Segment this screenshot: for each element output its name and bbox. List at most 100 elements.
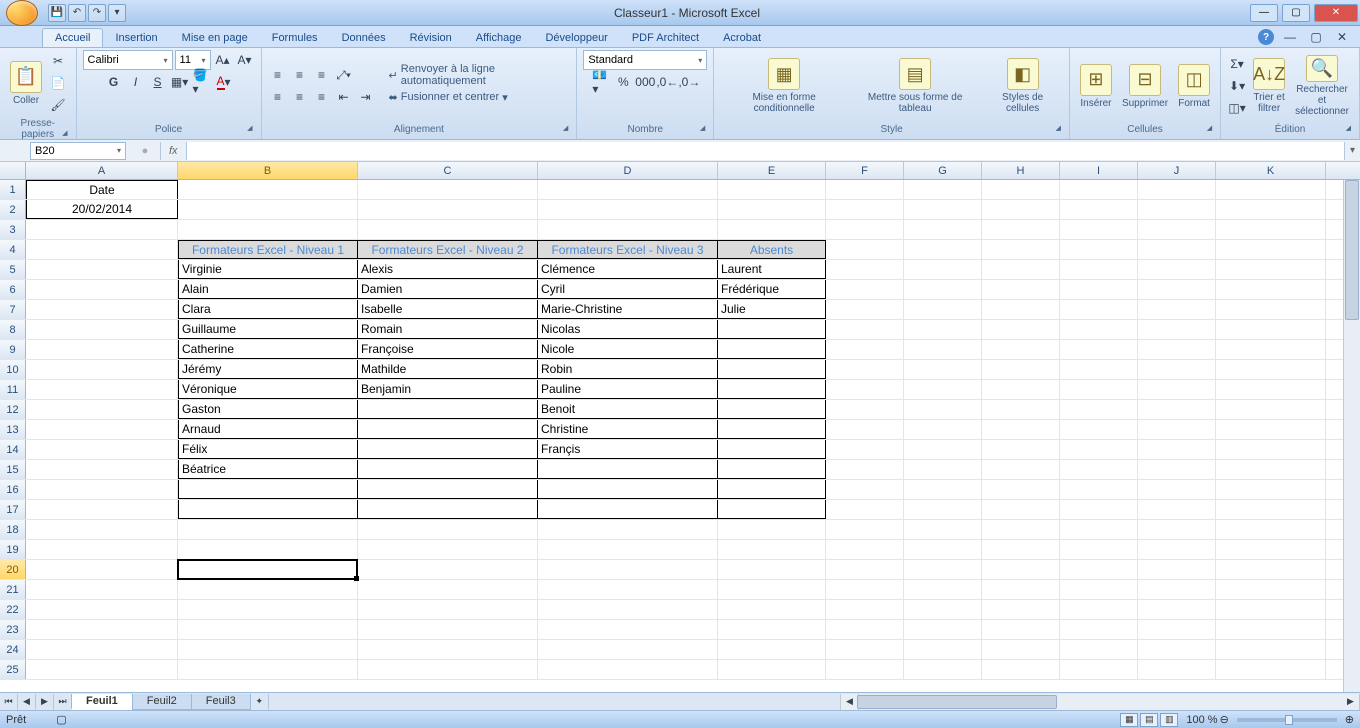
cell-E15[interactable] (718, 460, 826, 479)
cell-F23[interactable] (826, 620, 904, 639)
cell-H5[interactable] (982, 260, 1060, 279)
percent-icon[interactable]: % (613, 72, 633, 92)
cell-K12[interactable] (1216, 400, 1326, 419)
tab-accueil[interactable]: Accueil (42, 28, 103, 47)
cell-E8[interactable] (718, 320, 826, 339)
cell-J10[interactable] (1138, 360, 1216, 379)
tab-acrobat[interactable]: Acrobat (711, 29, 773, 47)
cell-K7[interactable] (1216, 300, 1326, 319)
cell-G24[interactable] (904, 640, 982, 659)
cell-E2[interactable] (718, 200, 826, 219)
mdi-restore-icon[interactable]: ▢ (1306, 27, 1326, 47)
format-painter-icon[interactable]: 🖌 (48, 95, 68, 115)
cell-J18[interactable] (1138, 520, 1216, 539)
conditional-formatting-button[interactable]: ▦Mise en forme conditionnelle (720, 53, 848, 119)
cell-J19[interactable] (1138, 540, 1216, 559)
row-header-9[interactable]: 9 (0, 340, 26, 359)
formula-input[interactable] (187, 142, 1344, 160)
cell-D1[interactable] (538, 180, 718, 199)
cell-E11[interactable] (718, 380, 826, 399)
cell-E13[interactable] (718, 420, 826, 439)
align-middle-icon[interactable]: ≡ (290, 65, 310, 85)
cell-C2[interactable] (358, 200, 538, 219)
cell-I11[interactable] (1060, 380, 1138, 399)
cell-G16[interactable] (904, 480, 982, 499)
qat-undo-icon[interactable]: ↶ (68, 4, 86, 22)
cell-J12[interactable] (1138, 400, 1216, 419)
qat-save-icon[interactable]: 💾 (48, 4, 66, 22)
grow-font-icon[interactable]: A▴ (213, 50, 233, 70)
cell-F16[interactable] (826, 480, 904, 499)
cell-K24[interactable] (1216, 640, 1326, 659)
new-sheet-icon[interactable]: ✦ (251, 694, 269, 710)
fill-color-icon[interactable]: 🪣▾ (192, 72, 212, 92)
cell-I15[interactable] (1060, 460, 1138, 479)
cell-J13[interactable] (1138, 420, 1216, 439)
cell-E24[interactable] (718, 640, 826, 659)
cell-C23[interactable] (358, 620, 538, 639)
cell-C3[interactable] (358, 220, 538, 239)
cell-G14[interactable] (904, 440, 982, 459)
cell-J11[interactable] (1138, 380, 1216, 399)
cell-A3[interactable] (26, 220, 178, 239)
cell-D9[interactable]: Nicole (538, 340, 718, 359)
cell-H12[interactable] (982, 400, 1060, 419)
cell-E22[interactable] (718, 600, 826, 619)
cell-F25[interactable] (826, 660, 904, 679)
cell-D10[interactable]: Robin (538, 360, 718, 379)
indent-increase-icon[interactable]: ⇥ (356, 87, 376, 107)
qat-redo-icon[interactable]: ↷ (88, 4, 106, 22)
cell-D12[interactable]: Benoit (538, 400, 718, 419)
cell-H2[interactable] (982, 200, 1060, 219)
cell-A16[interactable] (26, 480, 178, 499)
cell-B23[interactable] (178, 620, 358, 639)
col-header-E[interactable]: E (718, 162, 826, 179)
cell-G1[interactable] (904, 180, 982, 199)
cell-F11[interactable] (826, 380, 904, 399)
row-header-15[interactable]: 15 (0, 460, 26, 479)
cell-B6[interactable]: Alain (178, 280, 358, 299)
cell-E14[interactable] (718, 440, 826, 459)
cell-C5[interactable]: Alexis (358, 260, 538, 279)
cell-J23[interactable] (1138, 620, 1216, 639)
cell-G4[interactable] (904, 240, 982, 259)
row-header-4[interactable]: 4 (0, 240, 26, 259)
row-header-17[interactable]: 17 (0, 500, 26, 519)
number-format-combo[interactable]: Standard▾ (583, 50, 707, 70)
col-header-D[interactable]: D (538, 162, 718, 179)
cell-B21[interactable] (178, 580, 358, 599)
sheet-tab-feuil2[interactable]: Feuil2 (132, 694, 192, 710)
cell-D4[interactable]: Formateurs Excel - Niveau 3 (538, 240, 718, 259)
row-header-2[interactable]: 2 (0, 200, 26, 219)
cell-B16[interactable] (178, 480, 358, 499)
hscroll-thumb[interactable] (857, 695, 1057, 709)
macro-record-icon[interactable]: ▢ (56, 713, 66, 726)
cell-K13[interactable] (1216, 420, 1326, 439)
cell-I24[interactable] (1060, 640, 1138, 659)
view-pagebreak-icon[interactable]: ▥ (1160, 713, 1178, 727)
sheet-nav-last-icon[interactable]: ⏭ (54, 694, 72, 710)
cell-E25[interactable] (718, 660, 826, 679)
cell-A4[interactable] (26, 240, 178, 259)
cell-B19[interactable] (178, 540, 358, 559)
cell-E1[interactable] (718, 180, 826, 199)
cell-D3[interactable] (538, 220, 718, 239)
cell-E7[interactable]: Julie (718, 300, 826, 319)
row-header-13[interactable]: 13 (0, 420, 26, 439)
cell-H25[interactable] (982, 660, 1060, 679)
cell-G10[interactable] (904, 360, 982, 379)
zoom-out-icon[interactable]: ⊖ (1220, 713, 1229, 726)
cell-K16[interactable] (1216, 480, 1326, 499)
orientation-icon[interactable]: ⤢▾ (334, 65, 354, 85)
cell-F5[interactable] (826, 260, 904, 279)
cell-D20[interactable] (538, 560, 718, 579)
wrap-text-button[interactable]: ↵Renvoyer à la ligne automatiquement (384, 65, 571, 85)
cell-styles-button[interactable]: ◧Styles de cellules (982, 53, 1063, 119)
sheet-tab-feuil3[interactable]: Feuil3 (191, 694, 251, 710)
cell-H21[interactable] (982, 580, 1060, 599)
cell-D16[interactable] (538, 480, 718, 499)
row-header-6[interactable]: 6 (0, 280, 26, 299)
cell-K9[interactable] (1216, 340, 1326, 359)
cell-A24[interactable] (26, 640, 178, 659)
row-header-10[interactable]: 10 (0, 360, 26, 379)
